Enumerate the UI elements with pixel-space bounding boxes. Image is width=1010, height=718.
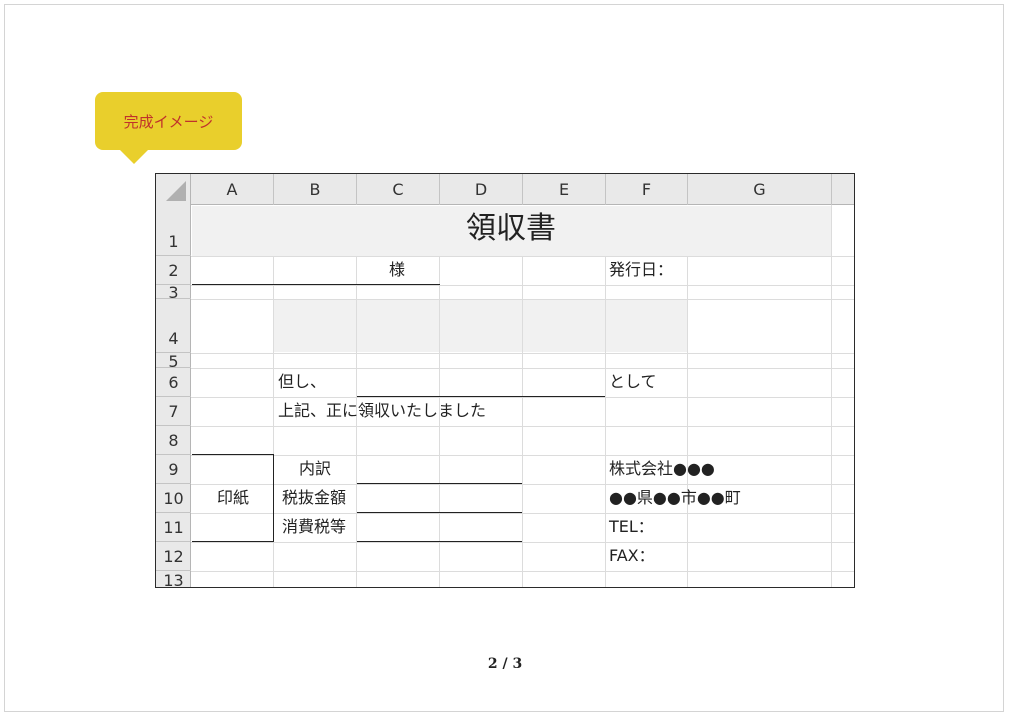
gridline (191, 455, 854, 456)
gridline (439, 256, 440, 587)
column-header-c[interactable]: C (357, 174, 440, 205)
column-header-d[interactable]: D (440, 174, 523, 205)
spreadsheet-image: A B C D E F G 1 2 3 4 5 6 7 8 9 10 11 12… (155, 173, 855, 588)
select-all-corner[interactable] (156, 174, 191, 205)
gridline (605, 256, 606, 587)
column-header-row: A B C D E F G (156, 174, 854, 205)
row-header-1[interactable]: 1 (156, 205, 191, 256)
stamp-box-bottom (192, 541, 274, 542)
gridline (191, 256, 854, 257)
recipient-underline (192, 284, 440, 285)
stamp-box-right (273, 454, 274, 542)
gridline (687, 256, 688, 587)
breakdown-label: 内訳 (299, 459, 332, 478)
tax-underline (357, 541, 522, 542)
gridline (356, 256, 357, 587)
page-indicator: 2 / 3 (0, 656, 1010, 672)
current-page: 2 (487, 656, 498, 672)
page-separator: / (502, 656, 508, 672)
pretax-label: 税抜金額 (282, 488, 347, 507)
callout-bubble: 完成イメージ (95, 92, 242, 150)
pretax-underline (357, 512, 522, 513)
company-address: ●●県●●市●●町 (609, 488, 741, 507)
breakdown-underline (357, 483, 522, 484)
row-header-7[interactable]: 7 (156, 397, 191, 426)
row-header-5[interactable]: 5 (156, 353, 191, 368)
gridline (191, 299, 854, 300)
toshite-label: として (609, 372, 657, 391)
row-header-3[interactable]: 3 (156, 285, 191, 299)
issue-date-label: 発行日： (609, 260, 674, 279)
amount-fill (274, 300, 687, 352)
purpose-underline (357, 396, 605, 397)
row-header-10[interactable]: 10 (156, 484, 191, 513)
received-text: 上記、正に領収いたしました (278, 401, 487, 420)
row-header-6[interactable]: 6 (156, 368, 191, 397)
gridline (191, 426, 854, 427)
row-header-column: 1 2 3 4 5 6 7 8 9 10 11 12 13 (156, 205, 191, 587)
gridline (191, 571, 854, 572)
receipt-title: 領収書 (466, 211, 556, 246)
column-header-e[interactable]: E (523, 174, 606, 205)
gridline (191, 285, 854, 286)
column-header-b[interactable]: B (274, 174, 357, 205)
row-header-8[interactable]: 8 (156, 426, 191, 455)
row-header-12[interactable]: 12 (156, 542, 191, 571)
tadashi-label: 但し、 (278, 372, 327, 391)
company-tel: TEL： (609, 517, 654, 536)
stamp-label: 印紙 (217, 488, 250, 507)
callout-tail (120, 150, 148, 164)
row-header-11[interactable]: 11 (156, 513, 191, 542)
tax-label: 消費税等 (282, 517, 347, 536)
callout-label: 完成イメージ (123, 112, 214, 131)
gridline (191, 542, 854, 543)
gridline (522, 256, 523, 587)
row-header-13[interactable]: 13 (156, 571, 191, 587)
row-header-9[interactable]: 9 (156, 455, 191, 484)
gridline (191, 368, 854, 369)
total-pages: 3 (512, 656, 523, 672)
company-name: 株式会社●●● (609, 459, 715, 478)
column-header-f[interactable]: F (606, 174, 688, 205)
row-header-2[interactable]: 2 (156, 256, 191, 285)
gridline (191, 484, 854, 485)
gridline (191, 397, 854, 398)
gridline (191, 353, 854, 354)
column-header-g[interactable]: G (688, 174, 832, 205)
column-header-a[interactable]: A (191, 174, 274, 205)
stamp-box-top (192, 454, 274, 455)
company-fax: FAX： (609, 546, 655, 565)
gridline (191, 513, 854, 514)
sama-label: 様 (389, 260, 406, 279)
row-header-4[interactable]: 4 (156, 299, 191, 353)
